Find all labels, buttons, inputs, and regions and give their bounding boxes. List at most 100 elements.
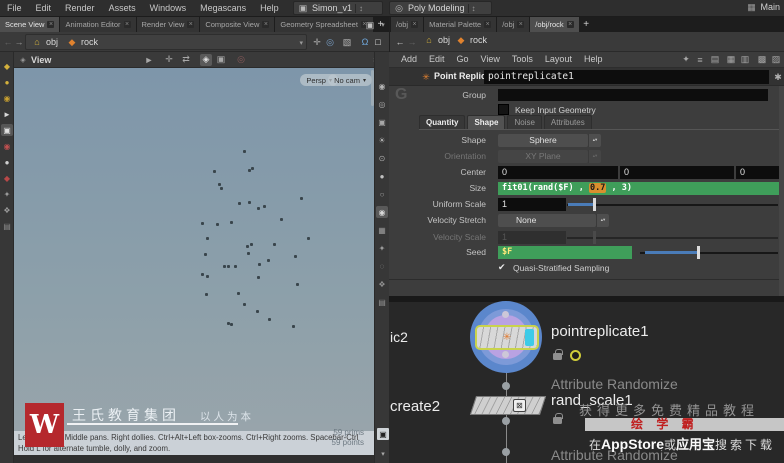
tab-obj-2[interactable]: /obj × [497,17,530,32]
tab-animation-editor[interactable]: Animation Editor × [60,17,136,32]
breadcrumb-rock[interactable]: ◆ rock [63,36,101,48]
layout-grid-icon[interactable]: ▦ [725,54,737,66]
tab-material-palette[interactable]: Material Palette × [424,17,497,32]
menu-go[interactable]: Go [451,52,475,67]
tools-icon[interactable]: ✦ [680,54,692,66]
center-z-field[interactable]: 0 [736,166,779,179]
wire-dot[interactable] [502,417,510,425]
lock-camera-icon[interactable]: ▣ [376,116,388,128]
close-tab-icon[interactable]: × [47,21,55,28]
velocity-stretch-spinner[interactable]: ▴▾ [596,214,609,227]
translate-icon[interactable]: ✛ [163,54,175,66]
render-disabled-icon[interactable]: ◎ [235,54,247,66]
menu-render[interactable]: Render [58,0,102,16]
tab-quantity[interactable]: Quantity [419,115,466,129]
tree-list-icon[interactable]: ≡ [694,54,706,66]
misc-tool-icon[interactable]: ▤ [1,220,13,232]
shaded-mode-icon[interactable]: ◈ [200,53,212,66]
menu-tools[interactable]: Tools [506,52,539,67]
close-tab-icon[interactable]: × [484,21,492,28]
bulb-off-icon[interactable]: ○ [376,188,388,200]
menu-edit2[interactable]: Edit [423,52,451,67]
gear-icon[interactable]: ✱ [772,71,784,83]
radial-menu-icon[interactable]: ◎ [324,36,336,48]
wire-dot[interactable] [502,382,510,390]
forward-icon[interactable]: → [406,36,418,48]
tab-geometry-spreadsheet[interactable]: Geometry Spreadsheet × [275,17,373,32]
shelf-tool-icon-3[interactable]: ◉ [1,92,13,104]
tab-render-view[interactable]: Render View × [136,17,200,32]
wire-dot[interactable] [502,448,510,456]
terrain-tool-icon[interactable]: ❖ [1,204,13,216]
network-editor[interactable]: ic2 ✳ pointreplicate1 ⊠ Attribute Random… [389,296,784,463]
param-scrollbar[interactable] [779,86,784,296]
menu-windows[interactable]: Windows [143,0,194,16]
pin-icon[interactable]: ✛ [311,36,323,48]
no-cam-button[interactable]: No cam ▾ [328,74,372,86]
seed-expression-field[interactable]: $F [498,246,632,259]
menu-help2[interactable]: Help [578,52,609,67]
panes-icon[interactable]: ▩ [756,54,768,66]
node-rand-scale1[interactable]: ⊠ [469,396,547,415]
breadcrumb-obj[interactable]: ⌂ obj [420,34,453,46]
magnet-icon[interactable]: Ω [359,36,371,48]
velocity-stretch-dropdown[interactable]: None [498,214,596,227]
shape-spinner[interactable]: ▴▾ [588,134,601,147]
grid-icon[interactable]: ✦ [376,242,388,254]
menu-view[interactable]: View [475,52,506,67]
layout-grid2-icon[interactable]: ▥ [739,54,751,66]
tab-shape[interactable]: Shape [467,115,506,129]
tab-composite-view[interactable]: Composite View × [200,17,275,32]
viewport-3d[interactable]: Persp ▾ No cam ▾ 59 prims 59 points Left… [14,68,374,455]
shape-dropdown[interactable]: Sphere [498,134,588,147]
tab-obj-rock[interactable]: /obj/rock × [530,17,579,32]
tab-scene-view[interactable]: Scene View × [0,17,60,32]
node-output-connector[interactable] [502,351,509,358]
shelf-set-selector[interactable]: ◎ Poly Modeling ↕ [389,1,492,15]
pose-tool-icon[interactable]: ● [1,156,13,168]
panes2-icon[interactable]: ▨ [770,54,782,66]
swap-view-icon[interactable]: ⇄ [180,54,192,66]
seed-handle[interactable] [697,246,700,259]
paint-tool-icon[interactable]: ◆ [1,172,13,184]
view-mode-icon[interactable]: ◉ [376,80,388,92]
bulb-on-icon[interactable]: ● [376,170,388,182]
node-pointreplicate1[interactable]: ✳ [475,325,539,350]
close-tab-icon[interactable]: × [187,21,195,28]
breadcrumb-obj[interactable]: ⌂ obj [28,36,61,48]
pane-menu-arrow-icon[interactable]: ▾ [377,19,389,31]
cube-icon[interactable]: ▧ [341,36,353,48]
back-icon[interactable]: ← [394,36,406,48]
image-plane-icon[interactable]: ▦ [376,224,388,236]
secure-selection-icon[interactable]: ▣ [1,124,13,136]
handles-tool-icon[interactable]: ◉ [1,140,13,152]
node-display-flag[interactable] [525,329,534,346]
close-tab-icon[interactable]: × [123,21,131,28]
close-tab-icon[interactable]: × [262,21,270,28]
forward-icon[interactable]: → [13,36,25,48]
menu-edit[interactable]: Edit [29,0,59,16]
node-name-field[interactable]: pointreplicate1 [484,70,769,84]
shelf-tool-icon-1[interactable]: ◆ [1,60,13,72]
snapshot-camera-icon[interactable]: ▣ [377,428,389,440]
mask-icon[interactable]: ◎ [376,98,388,110]
visualizer-icon[interactable]: ❖ [376,278,388,290]
new-tab-button[interactable]: + [580,17,593,32]
menu-add[interactable]: Add [395,52,423,67]
sampling-check-icon[interactable]: ✔ [498,262,506,273]
menu-megascans[interactable]: Megascans [193,0,253,16]
strip-more-icon[interactable]: ▾ [377,448,389,460]
sculpt-tool-icon[interactable]: ✦ [1,188,13,200]
center-y-field[interactable]: 0 [620,166,734,179]
uniform-scale-track[interactable] [567,204,778,206]
spinner-icon[interactable]: ↕ [355,3,363,13]
close-tab-icon[interactable]: × [517,21,525,28]
keep-input-checkbox[interactable] [498,104,509,115]
uniform-scale-field[interactable]: 1 [498,198,566,211]
breadcrumb-rock[interactable]: ◆ rock [452,34,490,46]
center-x-field[interactable]: 0 [498,166,618,179]
path-field[interactable]: ⌂ obj ◆ rock ▾ [25,34,307,50]
size-expression-field[interactable]: fit01(rand($F) , 0.7 , 3) [498,182,779,195]
tab-obj-1[interactable]: /obj × [391,17,424,32]
menu-assets[interactable]: Assets [102,0,143,16]
